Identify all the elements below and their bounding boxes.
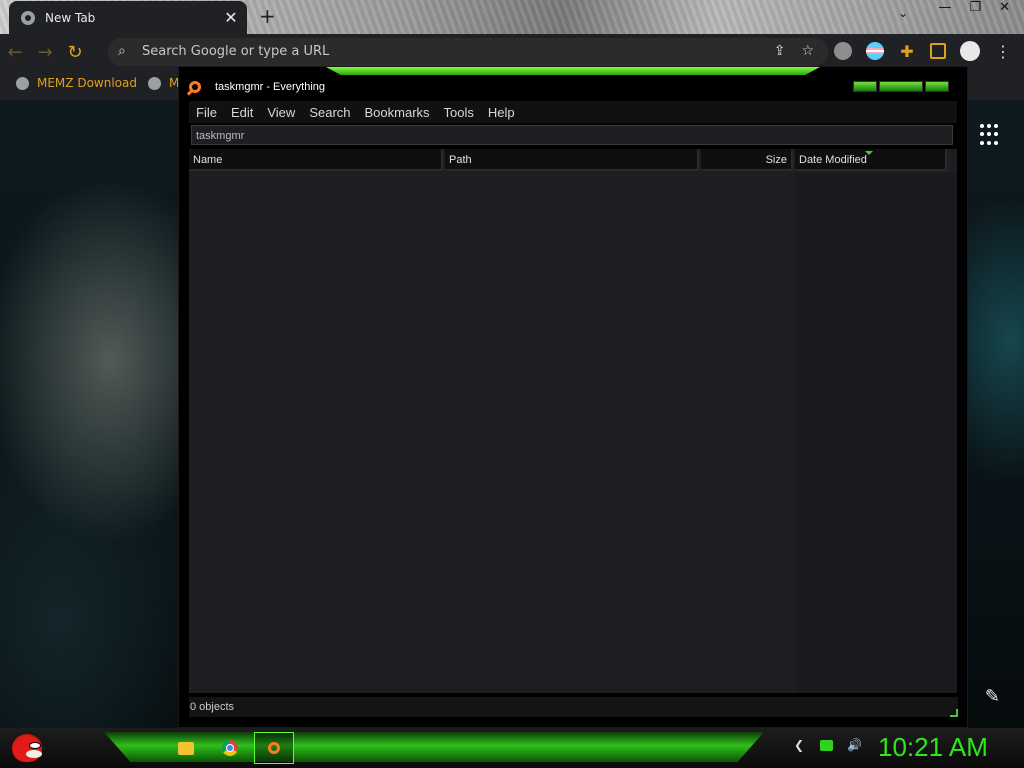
chrome-tab-icon: [21, 10, 35, 25]
maximize-button[interactable]: [879, 81, 923, 92]
reload-icon[interactable]: ↻: [60, 42, 90, 63]
window-title: taskmgmr - Everything: [215, 81, 326, 93]
menu-view[interactable]: View: [260, 105, 302, 120]
tray-arrow-icon[interactable]: ❮: [792, 738, 806, 752]
menu-bar: File Edit View Search Bookmarks Tools He…: [189, 101, 957, 123]
taskbar-clock[interactable]: 10:21 AM: [878, 732, 988, 763]
window-glow-accent: [326, 67, 820, 75]
everything-search-icon: [268, 742, 280, 754]
column-header-date-modified[interactable]: Date Modified: [795, 149, 947, 171]
everything-search-icon: [189, 81, 201, 93]
tab-search-chevron-icon[interactable]: ⌄: [898, 6, 908, 20]
system-tray: ❮ 🔊: [792, 738, 862, 752]
omnibox-placeholder: Search Google or type a URL: [142, 44, 330, 59]
side-panel-icon[interactable]: [930, 43, 946, 59]
search-input[interactable]: taskmgmr: [191, 125, 953, 145]
extensions-area: ✚ ⋮: [834, 41, 1012, 61]
window-control-buttons: [853, 81, 949, 92]
column-header-name[interactable]: Name: [189, 149, 443, 171]
volume-icon[interactable]: 🔊: [847, 738, 862, 752]
menu-edit[interactable]: Edit: [224, 105, 260, 120]
close-window-icon[interactable]: ✕: [999, 0, 1010, 15]
restore-icon[interactable]: ❐: [969, 0, 981, 15]
profile-avatar[interactable]: [960, 41, 980, 61]
bookmark-label: MEMZ Download: [37, 76, 137, 90]
status-bar: 0 objects: [189, 697, 958, 717]
globe-icon: [148, 76, 161, 90]
omnibox[interactable]: ⌕ Search Google or type a URL ⇪ ☆: [108, 38, 828, 66]
forward-arrow-icon[interactable]: →: [30, 42, 60, 63]
extensions-puzzle-icon[interactable]: ✚: [898, 42, 916, 61]
window-titlebar[interactable]: taskmgmr - Everything: [179, 75, 967, 101]
column-header-path[interactable]: Path: [445, 149, 699, 171]
column-header-date-label: Date Modified: [799, 154, 867, 166]
tab-new-tab[interactable]: New Tab ✕: [9, 1, 247, 34]
taskbar-app-file-explorer[interactable]: [166, 732, 206, 764]
menu-file[interactable]: File: [189, 105, 224, 120]
menu-kebab-icon[interactable]: ⋮: [994, 42, 1012, 61]
customize-pencil-icon[interactable]: ✎: [985, 686, 1000, 707]
menu-search[interactable]: Search: [302, 105, 357, 120]
new-tab-button[interactable]: +: [259, 4, 276, 28]
bookmark-memz[interactable]: MEMZ Download: [16, 76, 137, 90]
minimize-button[interactable]: [853, 81, 877, 92]
angry-bird-start-icon: [12, 734, 42, 762]
network-icon[interactable]: [820, 739, 833, 751]
bookmark-second[interactable]: M: [148, 76, 179, 90]
menu-help[interactable]: Help: [481, 105, 522, 120]
taskbar: ❮ 🔊 10:21 AM: [0, 728, 1024, 768]
flag-extension-icon[interactable]: [866, 42, 884, 60]
menu-tools[interactable]: Tools: [437, 105, 481, 120]
browser-toolbar: ← → ↻ ⌕ Search Google or type a URL ⇪ ☆ …: [0, 34, 1024, 70]
close-button[interactable]: [925, 81, 949, 92]
share-icon[interactable]: ⇪: [774, 43, 786, 59]
folder-icon: [178, 741, 194, 755]
search-icon: ⌕: [118, 43, 126, 59]
everything-window: taskmgmr - Everything File Edit View Sea…: [178, 66, 968, 728]
column-header-size[interactable]: Size: [701, 149, 793, 171]
resize-grip-icon[interactable]: [950, 709, 958, 717]
apps-grid-icon[interactable]: [980, 124, 1002, 146]
minimize-icon[interactable]: —: [938, 0, 951, 15]
start-button[interactable]: [8, 730, 48, 766]
results-list[interactable]: Name Path Size Date Modified: [189, 149, 957, 693]
globe-icon: [16, 76, 29, 90]
sort-descending-icon: [865, 151, 873, 155]
sorted-column-shade: [795, 173, 957, 693]
chrome-icon: [222, 740, 238, 756]
ublock-icon[interactable]: [834, 42, 852, 60]
tab-title: New Tab: [45, 10, 96, 25]
taskbar-app-chrome[interactable]: [210, 732, 250, 764]
status-text: 0 objects: [190, 701, 235, 713]
bookmark-star-icon[interactable]: ☆: [801, 43, 814, 59]
back-arrow-icon[interactable]: ←: [0, 42, 30, 63]
close-tab-icon[interactable]: ✕: [221, 8, 241, 27]
taskbar-app-everything[interactable]: [254, 732, 294, 764]
menu-bookmarks[interactable]: Bookmarks: [358, 105, 437, 120]
window-controls: — ❐ ✕: [938, 0, 1010, 15]
